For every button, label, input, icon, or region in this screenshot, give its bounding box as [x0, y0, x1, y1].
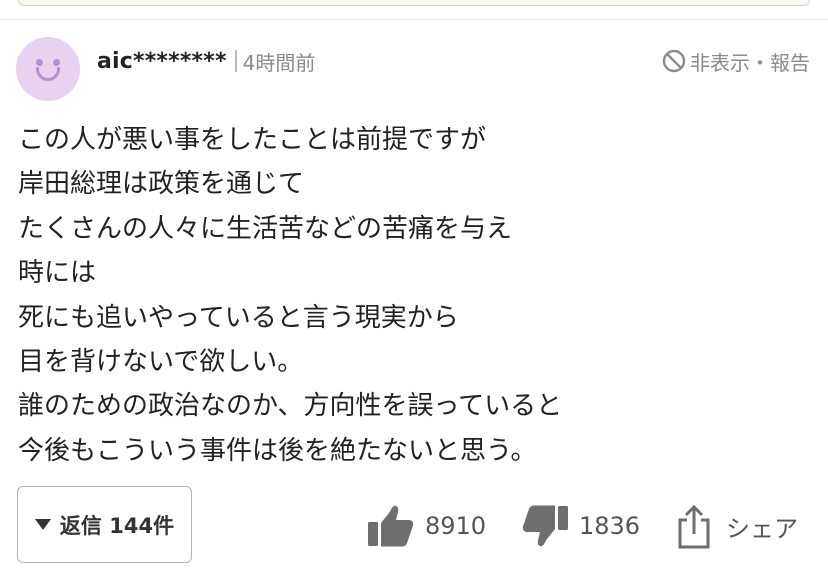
meta-divider [234, 50, 237, 72]
avatar-eye-left [36, 59, 43, 66]
username[interactable]: aic******** [97, 49, 227, 74]
comment-body: この人が悪い事をしたことは前提ですが 岸田総理は政策を通じて たくさんの人々に生… [18, 118, 808, 473]
divider [0, 19, 828, 20]
replies-toggle-button[interactable]: 返信 144件 [17, 486, 192, 563]
share-icon [676, 503, 712, 549]
like-button[interactable]: 8910 [367, 498, 486, 554]
hide-report-link[interactable]: 非表示・報告 [662, 46, 810, 76]
avatar-eye-right [53, 59, 60, 66]
replies-toggle-label: 返信 144件 [59, 513, 175, 538]
avatar-mouth [36, 67, 60, 81]
caret-down-icon [34, 519, 51, 530]
dislike-button[interactable]: 1836 [521, 498, 640, 554]
share-button[interactable]: シェア [676, 498, 798, 554]
like-count: 8910 [425, 512, 487, 540]
hide-report-label: 非表示・報告 [690, 50, 810, 75]
thumbs-up-icon [367, 504, 415, 548]
comment-line: 時には [18, 258, 97, 289]
comment-line: たくさんの人々に生活苦などの苦痛を与え [18, 213, 513, 244]
thumbs-down-icon [521, 504, 569, 548]
comment-line: 目を背けないで欲しい。 [18, 347, 304, 378]
comment-line: この人が悪い事をしたことは前提ですが [18, 125, 487, 155]
previous-item-edge [18, 0, 810, 6]
comment-line: 誰のための政治なのか、方向性を誤っていると [18, 391, 563, 422]
comment-line: 死にも追いやっていると言う現実から [18, 302, 459, 333]
comment-line: 今後もこういう事件は後を絶たないと思う。 [18, 435, 537, 466]
share-label: シェア [726, 514, 798, 543]
timestamp: 4時間前 [242, 50, 316, 75]
comment-line: 岸田総理は政策を通じて [18, 169, 305, 200]
avatar [16, 37, 80, 101]
ban-icon [662, 49, 686, 73]
dislike-count: 1836 [579, 512, 641, 540]
comment-meta: aic******** 4時間前 [97, 45, 315, 77]
